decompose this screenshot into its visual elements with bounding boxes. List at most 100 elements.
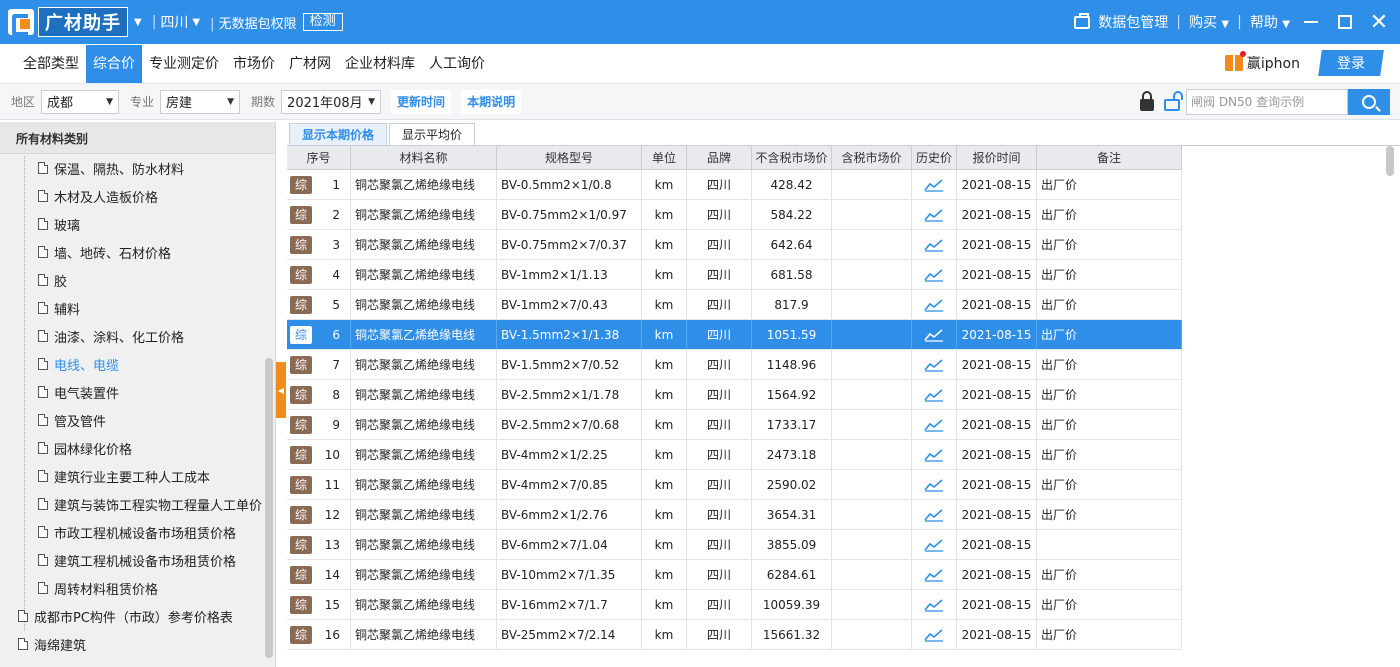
tab-average-price[interactable]: 显示平均价	[389, 123, 476, 145]
trend-chart-icon[interactable]	[924, 388, 944, 402]
sidebar-item[interactable]: 建筑行业主要工种人工成本	[0, 462, 275, 490]
trend-chart-icon[interactable]	[924, 418, 944, 432]
table-row[interactable]: 综 2 铜芯聚氯乙烯绝缘电线 BV-0.75mm2×1/0.97 km 四川 584.22 2…	[287, 200, 1182, 230]
sidebar-item[interactable]: 海绵建筑	[0, 630, 275, 658]
lock-icon[interactable]	[1140, 90, 1154, 111]
sidebar-item[interactable]: 辅料	[0, 294, 275, 322]
trend-chart-icon[interactable]	[924, 478, 944, 492]
trend-chart-icon[interactable]	[924, 568, 944, 582]
sidebar-item[interactable]: 电线、电缆	[0, 350, 275, 378]
sidebar-item[interactable]: 建筑工程机械设备市场租赁价格	[0, 546, 275, 574]
trend-chart-icon[interactable]	[924, 508, 944, 522]
app-logo[interactable]: 广材助手	[8, 6, 128, 38]
col-header-name[interactable]: 材料名称	[351, 146, 497, 169]
sidebar-item[interactable]: 管及管件	[0, 406, 275, 434]
sidebar-scrollbar[interactable]	[265, 358, 273, 658]
table-row[interactable]: 综 6 铜芯聚氯乙烯绝缘电线 BV-1.5mm2×1/1.38 km 四川 1051.59 2…	[287, 320, 1182, 350]
trend-chart-icon[interactable]	[924, 628, 944, 642]
table-row[interactable]: 综 12 铜芯聚氯乙烯绝缘电线 BV-6mm2×1/2.76 km 四川 3654.31 20…	[287, 500, 1182, 530]
col-header-no[interactable]: 序号	[287, 146, 351, 169]
check-button[interactable]: 检测	[302, 13, 343, 31]
tab-market-price[interactable]: 市场价	[226, 45, 282, 83]
col-header-tax-price[interactable]: 含税市场价	[832, 146, 912, 169]
gift-icon[interactable]	[1224, 51, 1246, 71]
major-select[interactable]: 房建 ▼	[160, 89, 241, 114]
trend-chart-icon[interactable]	[924, 538, 944, 552]
trend-chart-icon[interactable]	[924, 238, 944, 252]
region-select[interactable]: | 四川 ▼	[152, 12, 200, 32]
period-note-button[interactable]: 本期说明	[461, 89, 522, 114]
trend-chart-icon[interactable]	[924, 358, 944, 372]
sidebar-item[interactable]: 胶	[0, 266, 275, 294]
tab-current-price[interactable]: 显示本期价格	[289, 123, 388, 145]
trend-chart-icon[interactable]	[924, 448, 944, 462]
tab-manual-inquiry[interactable]: 人工询价	[422, 45, 492, 83]
trend-chart-icon[interactable]	[924, 598, 944, 612]
table-row[interactable]: 综 11 铜芯聚氯乙烯绝缘电线 BV-4mm2×7/0.85 km 四川 2590.02 20…	[287, 470, 1182, 500]
table-row[interactable]: 综 1 铜芯聚氯乙烯绝缘电线 BV-0.5mm2×1/0.8 km 四川 428.42 202…	[287, 170, 1182, 200]
minimize-button[interactable]	[1298, 9, 1324, 35]
sidebar-item[interactable]: 玻璃	[0, 210, 275, 238]
data-package-button[interactable]: 数据包管理	[1098, 12, 1168, 32]
sidebar-item[interactable]: 墙、地砖、石材价格	[0, 238, 275, 266]
promo-link[interactable]: 赢iphon	[1247, 53, 1300, 73]
trend-chart-icon[interactable]	[924, 208, 944, 222]
sidebar-item[interactable]: 建筑与装饰工程实物工程量人工单价	[0, 490, 275, 518]
document-icon	[38, 330, 48, 342]
table-scrollbar[interactable]	[1386, 146, 1394, 176]
table-row[interactable]: 综 9 铜芯聚氯乙烯绝缘电线 BV-2.5mm2×7/0.68 km 四川 1733.17 2…	[287, 410, 1182, 440]
table-row[interactable]: 综 13 铜芯聚氯乙烯绝缘电线 BV-6mm2×7/1.04 km 四川 3855.09 20…	[287, 530, 1182, 560]
update-time-button[interactable]: 更新时间	[391, 89, 452, 114]
search-input[interactable]: 闸阀 DN50 查询示例	[1186, 88, 1348, 115]
maximize-button[interactable]	[1332, 9, 1358, 35]
col-header-spec[interactable]: 规格型号	[497, 146, 642, 169]
col-header-unit[interactable]: 单位	[642, 146, 687, 169]
sidebar-item[interactable]: 油漆、涂料、化工价格	[0, 322, 275, 350]
table-row[interactable]: 综 15 铜芯聚氯乙烯绝缘电线 BV-16mm2×7/1.7 km 四川 10059.39 2…	[287, 590, 1182, 620]
table-row[interactable]: 综 4 铜芯聚氯乙烯绝缘电线 BV-1mm2×1/1.13 km 四川 681.58 2021…	[287, 260, 1182, 290]
app-menu-caret-icon[interactable]: ▼	[134, 17, 142, 28]
search-button[interactable]	[1348, 88, 1390, 115]
buy-menu[interactable]: 购买 ▼	[1189, 12, 1229, 32]
unlock-icon[interactable]	[1164, 90, 1183, 111]
trend-chart-icon[interactable]	[924, 328, 944, 342]
row-number: 6	[332, 327, 340, 342]
table-row[interactable]: 综 7 铜芯聚氯乙烯绝缘电线 BV-1.5mm2×7/0.52 km 四川 1148.96 2…	[287, 350, 1182, 380]
trend-chart-icon[interactable]	[924, 298, 944, 312]
tab-gcw[interactable]: 广材网	[282, 45, 338, 83]
table-row[interactable]: 综 10 铜芯聚氯乙烯绝缘电线 BV-4mm2×1/2.25 km 四川 2473.18 20…	[287, 440, 1182, 470]
close-button[interactable]: ✕	[1366, 9, 1392, 35]
tab-professional-price[interactable]: 专业测定价	[142, 45, 226, 83]
sidebar-item[interactable]: 保温、隔热、防水材料	[0, 154, 275, 182]
sidebar-item[interactable]: 木材及人造板价格	[0, 182, 275, 210]
tab-enterprise-library[interactable]: 企业材料库	[338, 45, 422, 83]
table-row[interactable]: 综 5 铜芯聚氯乙烯绝缘电线 BV-1mm2×7/0.43 km 四川 817.9 2021-…	[287, 290, 1182, 320]
col-header-note[interactable]: 备注	[1037, 146, 1182, 169]
trend-chart-icon[interactable]	[924, 268, 944, 282]
note-cell: 出厂价	[1037, 320, 1182, 349]
table-row[interactable]: 综 3 铜芯聚氯乙烯绝缘电线 BV-0.75mm2×7/0.37 km 四川 642.64 2…	[287, 230, 1182, 260]
col-header-price[interactable]: 不含税市场价	[752, 146, 832, 169]
login-button[interactable]: 登录	[1318, 50, 1384, 76]
tab-all-types[interactable]: 全部类型	[16, 45, 86, 83]
col-header-date[interactable]: 报价时间	[957, 146, 1037, 169]
collapse-sidebar-handle[interactable]: ◀	[276, 362, 286, 418]
sidebar-item[interactable]: 园林绿化价格	[0, 434, 275, 462]
col-header-history[interactable]: 历史价	[912, 146, 957, 169]
sidebar-item[interactable]: 成都市PC构件（市政）参考价格表	[0, 602, 275, 630]
login-label: 登录	[1337, 56, 1365, 72]
period-select[interactable]: 2021年08月 ▼	[281, 89, 382, 114]
sidebar-item[interactable]: 电气装置件	[0, 378, 275, 406]
table-row[interactable]: 综 14 铜芯聚氯乙烯绝缘电线 BV-10mm2×7/1.35 km 四川 6284.61 2…	[287, 560, 1182, 590]
document-icon	[38, 358, 48, 370]
table-row[interactable]: 综 16 铜芯聚氯乙烯绝缘电线 BV-25mm2×7/2.14 km 四川 15661.32…	[287, 620, 1182, 650]
tab-composite-price[interactable]: 综合价	[86, 45, 142, 83]
sidebar-item[interactable]: 市政工程机械设备市场租赁价格	[0, 518, 275, 546]
col-header-brand[interactable]: 品牌	[687, 146, 752, 169]
table-row[interactable]: 综 8 铜芯聚氯乙烯绝缘电线 BV-2.5mm2×1/1.78 km 四川 1564.92 2…	[287, 380, 1182, 410]
area-select[interactable]: 成都 ▼	[41, 89, 120, 114]
trend-chart-icon[interactable]	[924, 178, 944, 192]
date-cell: 2021-08-15	[957, 530, 1037, 559]
help-menu[interactable]: 帮助 ▼	[1250, 12, 1290, 32]
sidebar-item[interactable]: 周转材料租赁价格	[0, 574, 275, 602]
